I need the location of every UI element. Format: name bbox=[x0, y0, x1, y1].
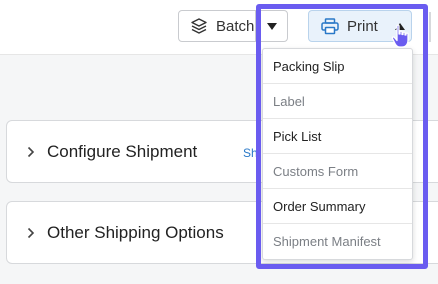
shipment-link[interactable]: Shi bbox=[243, 146, 260, 160]
batch-dropdown-toggle[interactable] bbox=[256, 11, 287, 41]
print-label: Print bbox=[347, 17, 378, 35]
menu-item-packing-slip[interactable]: Packing Slip bbox=[263, 49, 412, 84]
other-shipping-options-title: Other Shipping Options bbox=[47, 222, 224, 242]
chevron-right-icon bbox=[27, 227, 35, 238]
batch-main-button[interactable]: Batch bbox=[179, 11, 255, 41]
batch-label: Batch bbox=[216, 17, 255, 35]
menu-item-shipment-manifest: Shipment Manifest bbox=[273, 234, 381, 249]
toolbar-edge-divider bbox=[429, 12, 431, 42]
hand-pointer-icon bbox=[391, 24, 409, 48]
chevron-right-icon bbox=[27, 146, 35, 157]
menu-item-pick-list[interactable]: Pick List bbox=[263, 119, 412, 154]
batch-button[interactable]: Batch bbox=[178, 10, 288, 42]
print-dropdown-menu: Packing Slip Label Pick List Customs For… bbox=[262, 48, 413, 260]
menu-item-customs-form: Customs Form bbox=[263, 154, 412, 189]
menu-item-order-summary[interactable]: Order Summary bbox=[263, 189, 412, 224]
configure-shipment-title: Configure Shipment bbox=[47, 141, 198, 161]
print-main-button[interactable]: Print bbox=[309, 11, 389, 41]
caret-down-icon bbox=[266, 22, 277, 30]
menu-item-label: Label bbox=[263, 84, 412, 119]
printer-icon bbox=[321, 17, 339, 34]
layers-icon bbox=[191, 18, 207, 34]
